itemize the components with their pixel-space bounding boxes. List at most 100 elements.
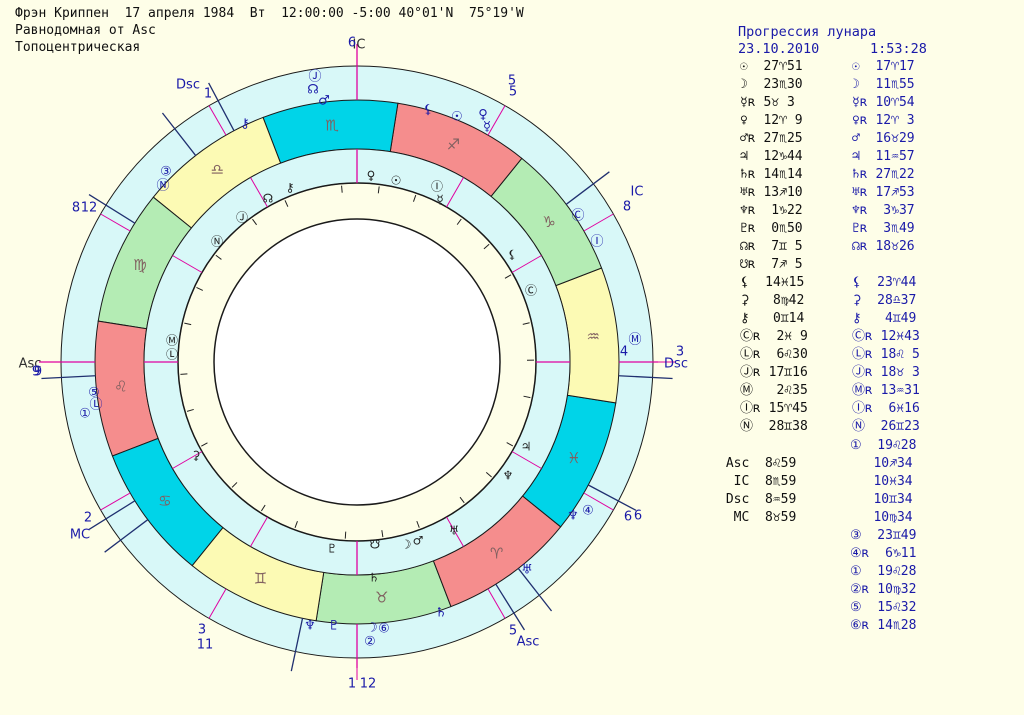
prog-planet-row: ⚳ 28♎37: [852, 293, 917, 308]
house-number: 5: [509, 624, 517, 639]
outer-planet-glyph: ⚷: [240, 117, 250, 132]
outer-planet-glyph: ①: [79, 407, 91, 422]
prog-planet-row: ♄ʀ 27♏22: [852, 167, 915, 182]
outer-planet-glyph: ☉: [451, 110, 463, 125]
progression-time: 1:53:28: [870, 41, 927, 57]
zodiac-glyph-aquarius: ♒: [586, 328, 599, 346]
progressed-extra-list: ① 19♌28 10♐34 10♓34 10♊34 10♍34 ③ 23♊49 ④ʀ…: [850, 437, 916, 635]
house-number: 1: [204, 87, 212, 102]
prog-planet-row: Ⓒʀ 12♓43: [852, 329, 920, 344]
prog-extra-row: 10♊34: [850, 492, 913, 507]
natal-planet-row: ♂ʀ 27♏25: [740, 131, 803, 146]
prog-planet-row: ☽ 11♏55: [852, 77, 915, 92]
natal-planet-row: ♆ʀ 1♑22: [740, 203, 803, 218]
astro-chart-wheel: ♉♈♓♒♑♐♏♎♍♌♋♊Asc DscMCICDscAscIC6583211121…: [19, 36, 688, 692]
inner-planet-glyph: ♅: [449, 524, 460, 538]
natal-planet-row: ♀ 12♈ 9: [740, 113, 803, 128]
zodiac-glyph-gemini: ♊: [254, 570, 267, 588]
progression-title: Прогрессия лунара: [738, 24, 877, 40]
house-number: 3: [198, 623, 206, 638]
prog-planet-row: Ⓙʀ 18♉ 3: [852, 365, 920, 380]
prog-planet-row: ♆ʀ 3♑37: [852, 203, 915, 218]
natal-angle-row: Dsc 8♒59: [718, 492, 797, 507]
progression-date: 23.10.2010: [738, 41, 820, 57]
zodiac-glyph-taurus: ♉: [375, 589, 388, 607]
outer-planet-glyph: Ⓛ: [89, 398, 102, 413]
prog-planet-row: ⚸ 23♈44: [852, 275, 917, 290]
prog-planet-row: [852, 256, 920, 274]
prog-extra-row: ③ 23♊49: [850, 528, 917, 543]
natal-planet-row: ♄ʀ 14♏14: [740, 167, 803, 182]
prog-planet-row: ☉ 17♈17: [852, 59, 915, 74]
house-number: 6: [634, 509, 642, 524]
prog-planet-row: ♃ 11♒57: [852, 149, 915, 164]
inner-planet-glyph: ☿: [436, 193, 443, 207]
natal-planet-row: ☽ 23♏30: [740, 77, 803, 92]
inner-planet-glyph: ⚷: [286, 181, 295, 195]
prog-extra-row: 10♍34: [850, 510, 913, 525]
inner-planet-glyph: ♃: [521, 440, 532, 454]
outer-planet-glyph: ☽: [366, 621, 378, 636]
natal-angle-row: MC 8♉59: [718, 510, 797, 525]
prog-planet-row: ☊ʀ 18♉26: [852, 239, 915, 254]
house-number: 12: [360, 677, 377, 692]
inner-planet-glyph: Ⓛ: [166, 348, 178, 362]
mc-label: MC: [70, 528, 90, 543]
house-number: 12: [81, 201, 98, 216]
natal-angle-row: IC 8♏59: [718, 474, 797, 489]
prog-planet-row: ♂ 16♉29: [852, 131, 915, 146]
prog-extra-row: ⑥ʀ 14♏28: [850, 618, 917, 633]
prog-planet-row: ♅ʀ 17♐53: [852, 185, 915, 200]
inner-planet-glyph: ⚳: [192, 449, 201, 463]
outer-planet-glyph: ♅: [521, 563, 533, 578]
prog-asc-label: Asc: [517, 635, 540, 650]
natal-planet-row: ☋ʀ 7♐ 5: [740, 257, 803, 272]
prog-extra-row: ① 19♌28: [850, 438, 917, 453]
inner-planet-glyph: ♀: [367, 169, 376, 183]
zodiac-glyph-libra: ♎: [211, 160, 224, 178]
progressed-planet-list: ☉ 17♈17 ☽ 11♏55 ☿ʀ 10♈54 ♀ʀ 12♈ 3 ♂ 16♉29 ♃ 1…: [852, 58, 920, 436]
natal-planet-row: Ⓛʀ 6♌30: [740, 347, 808, 362]
prog-planet-row: Ⓘʀ 6♓16: [852, 401, 920, 416]
house-number: 2: [84, 511, 92, 526]
outer-planet-glyph: ⑥: [378, 622, 390, 637]
prog-extra-row: ④ʀ 6♑11: [850, 546, 917, 561]
inner-planet-glyph: ⚸: [508, 248, 517, 262]
natal-planet-row: ⚷ 0♊14: [740, 311, 805, 326]
outer-planet-glyph: Ⓘ: [590, 235, 603, 250]
natal-angle-row: Asc 8♌59: [718, 456, 797, 471]
inner-planet-glyph: ♆: [503, 469, 514, 483]
zodiac-glyph-capricorn: ♑: [542, 213, 555, 231]
center-circle: [213, 218, 501, 506]
zodiac-glyph-virgo: ♍: [133, 256, 146, 274]
outer-planet-glyph: ♇: [328, 619, 340, 634]
prog-planet-row: Ⓛʀ 18♌ 5: [852, 347, 920, 362]
outer-planet-glyph: ④: [582, 504, 594, 519]
natal-planet-row: ☉ 27♈51: [740, 59, 803, 74]
inner-planet-glyph: Ⓙ: [236, 211, 248, 225]
house-number: 4: [620, 345, 628, 360]
inner-planet-glyph: ☋: [370, 538, 381, 552]
prog-extra-row: ⑤ 15♌32: [850, 600, 917, 615]
inner-planet-glyph: ☊: [263, 192, 274, 206]
prog-planet-row: ⚷ 4♊49: [852, 311, 917, 326]
outer-planet-glyph: ③: [160, 165, 172, 180]
zodiac-glyph-cancer: ♋: [158, 492, 171, 510]
prog-planet-row: Ⓝ 26♊23: [852, 419, 920, 434]
outer-planet-glyph: ☊: [307, 83, 319, 98]
prog-extra-row: 10♓34: [850, 474, 913, 489]
natal-planet-row: ⚳ 8♍42: [740, 293, 805, 308]
natal-planet-row: ♃ 12♑44: [740, 149, 803, 164]
zodiac-glyph-pisces: ♓: [567, 449, 580, 467]
natal-planet-row: Ⓘʀ 15♈45: [740, 401, 808, 416]
outer-planet-glyph: ♂: [318, 94, 330, 109]
natal-planet-row: ☿ʀ 5♉ 3: [740, 95, 795, 110]
outer-planet-glyph: ♆: [567, 509, 579, 524]
house-number: 8: [623, 200, 631, 215]
natal-planet-row: ♅ʀ 13♐10: [740, 185, 803, 200]
outer-planet-glyph: ☿: [483, 120, 491, 135]
zodiac-glyph-leo: ♌: [114, 377, 127, 395]
prog-planet-row: ☿ʀ 10♈54: [852, 95, 915, 110]
inner-planet-glyph: Ⓘ: [431, 180, 443, 194]
zodiac-glyph-scorpio: ♏: [325, 116, 339, 134]
